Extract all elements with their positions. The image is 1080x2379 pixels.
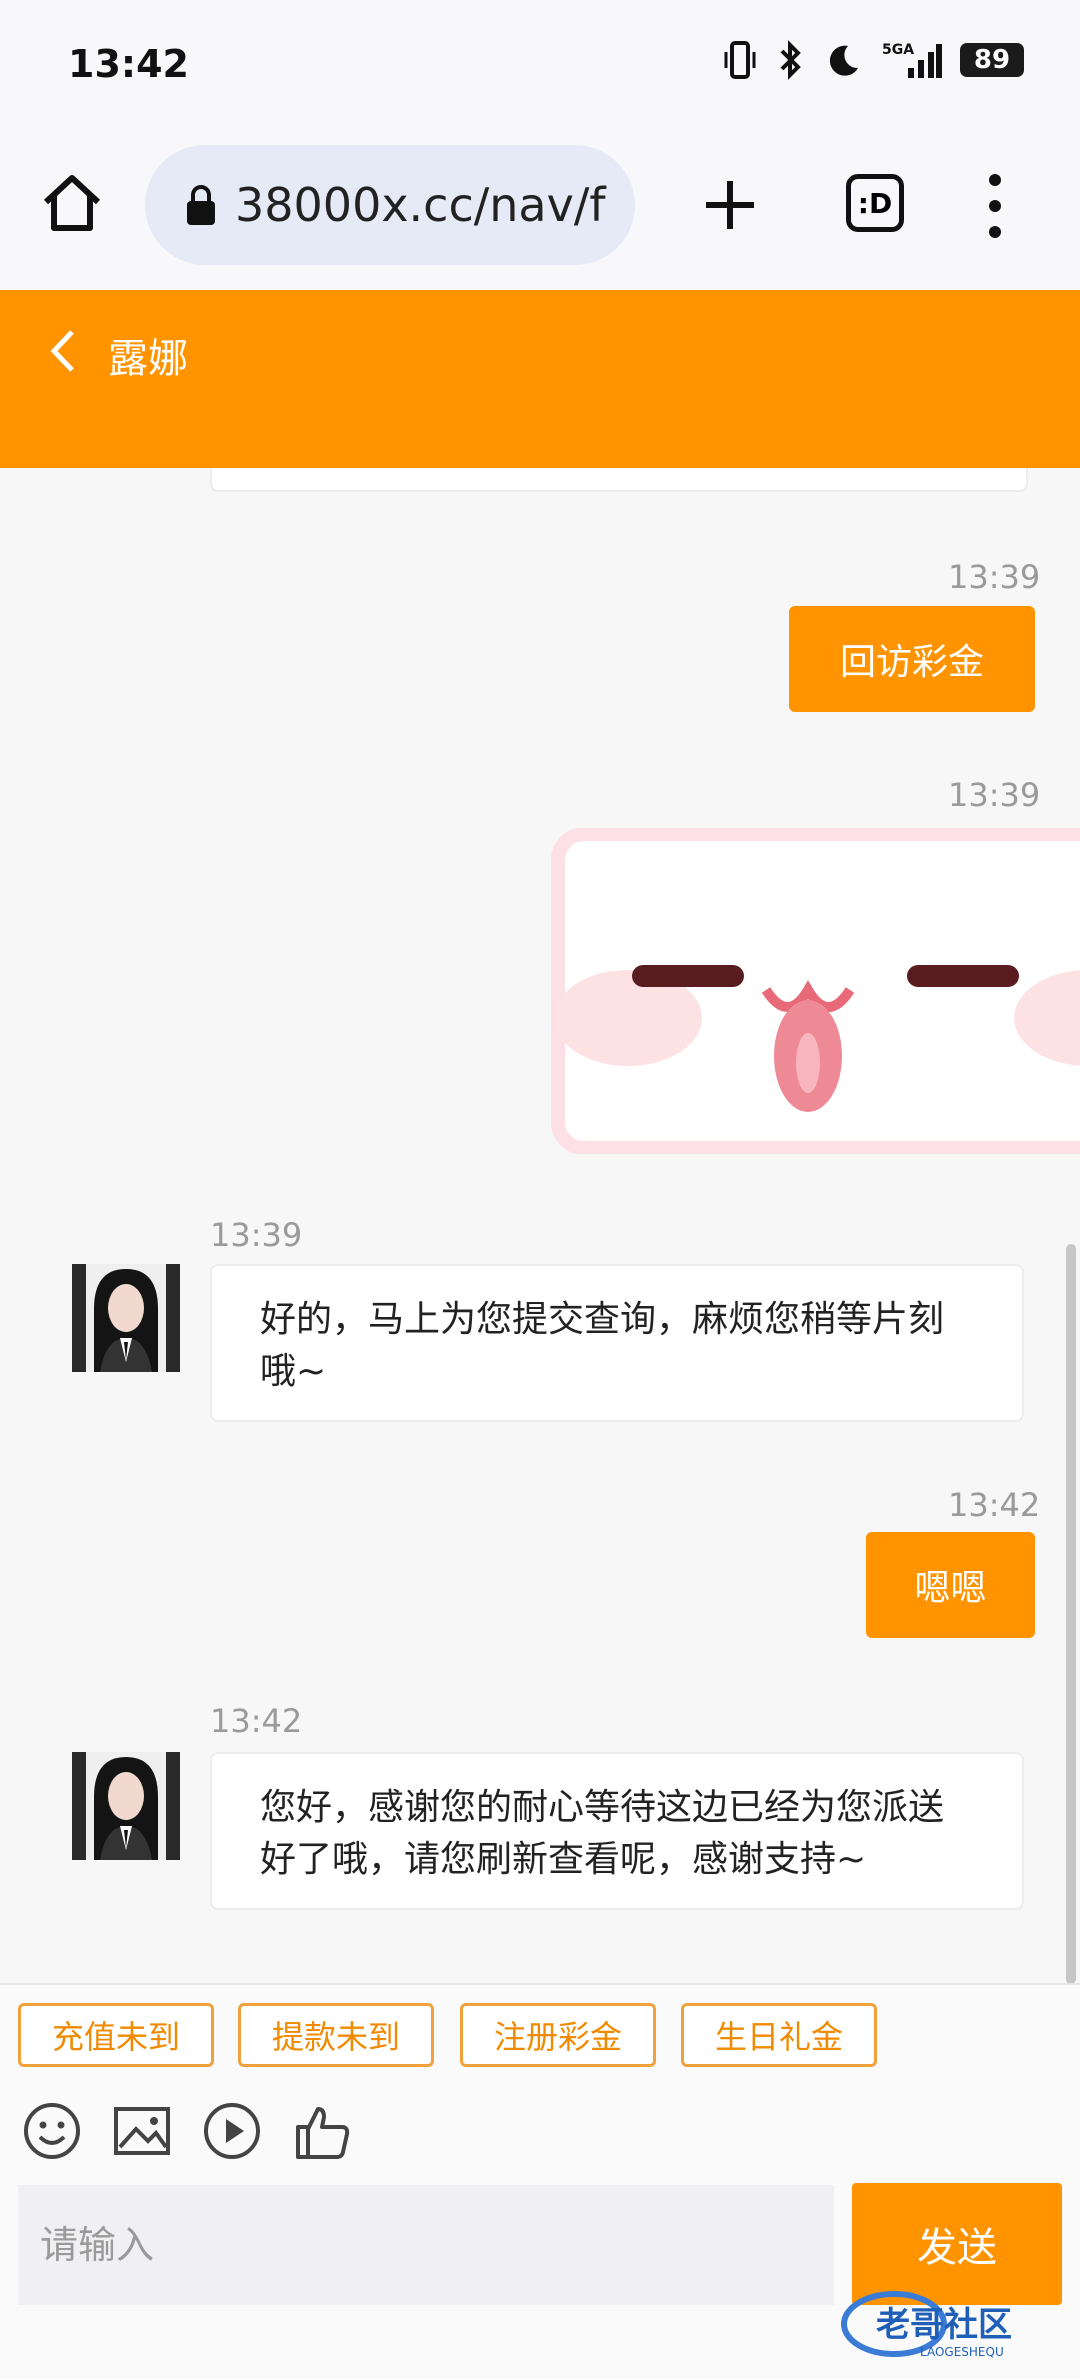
message-time: 13:39 bbox=[948, 776, 1041, 814]
status-bar: 13:42 5GA 89 bbox=[0, 0, 1080, 130]
more-menu-icon[interactable] bbox=[980, 170, 1010, 242]
browser-toolbar: 38000x.cc/nav/f :D bbox=[0, 130, 1080, 291]
moon-icon bbox=[829, 45, 858, 76]
signal-5g-icon: 5GA bbox=[882, 42, 942, 78]
incoming-bubble: 好的，马上为您提交查询，麻烦您稍等片刻哦~ bbox=[210, 1264, 1024, 1422]
message-time: 13:39 bbox=[210, 1216, 303, 1254]
url-text[interactable]: 38000x.cc/nav/f bbox=[235, 178, 625, 232]
image-icon[interactable] bbox=[112, 2101, 172, 2161]
chat-header: 露娜 bbox=[0, 290, 1080, 468]
status-icons: 5GA 89 bbox=[722, 40, 1024, 80]
thumbs-up-icon[interactable] bbox=[292, 2101, 352, 2161]
svg-text:5GA: 5GA bbox=[882, 42, 914, 58]
back-icon[interactable] bbox=[44, 326, 80, 376]
message-input[interactable] bbox=[18, 2185, 834, 2305]
bluetooth-icon bbox=[780, 40, 801, 80]
message-time: 13:39 bbox=[948, 558, 1041, 596]
address-bar[interactable]: 38000x.cc/nav/f bbox=[145, 145, 635, 265]
emoji-icon[interactable] bbox=[22, 2101, 82, 2161]
chat-area[interactable]: 13:39 回访彩金 13:39 13:39 好的，马上为您提交查询，麻烦您稍等… bbox=[0, 468, 1080, 1983]
quick-reply-withdraw[interactable]: 提款未到 bbox=[238, 2003, 434, 2067]
quick-reply-signup-bonus[interactable]: 注册彩金 bbox=[460, 2003, 656, 2067]
status-time: 13:42 bbox=[68, 42, 189, 86]
lock-icon bbox=[187, 185, 215, 225]
svg-text:LAOGESHEQU: LAOGESHEQU bbox=[920, 2345, 1004, 2359]
outgoing-bubble: 嗯嗯 bbox=[866, 1532, 1035, 1638]
message-time: 13:42 bbox=[948, 1486, 1041, 1524]
chat-title: 露娜 bbox=[108, 336, 188, 382]
sticker-image bbox=[551, 828, 1080, 1154]
message-time: 13:42 bbox=[210, 1702, 303, 1740]
svg-text:老哥社区: 老哥社区 bbox=[876, 2305, 1012, 2345]
quick-reply-birthday-bonus[interactable]: 生日礼金 bbox=[681, 2003, 877, 2067]
quick-reply-recharge[interactable]: 充值未到 bbox=[18, 2003, 214, 2067]
video-icon[interactable] bbox=[202, 2101, 262, 2161]
new-tab-icon[interactable] bbox=[700, 175, 760, 235]
scrollbar[interactable] bbox=[1066, 1244, 1076, 1984]
agent-avatar bbox=[72, 1264, 180, 1372]
home-icon[interactable] bbox=[38, 170, 106, 238]
previous-message-bubble bbox=[210, 468, 1028, 492]
outgoing-bubble: 回访彩金 bbox=[789, 606, 1035, 712]
incoming-bubble: 您好，感谢您的耐心等待这边已经为您派送好了哦，请您刷新查看呢，感谢支持~ bbox=[210, 1752, 1024, 1910]
watermark-logo: 老哥社区 LAOGESHEQU bbox=[841, 2291, 1012, 2359]
vibrate-icon bbox=[724, 41, 756, 79]
battery-indicator: 89 bbox=[960, 43, 1024, 77]
tab-switcher-button[interactable]: :D bbox=[846, 174, 904, 232]
agent-avatar bbox=[72, 1752, 180, 1860]
